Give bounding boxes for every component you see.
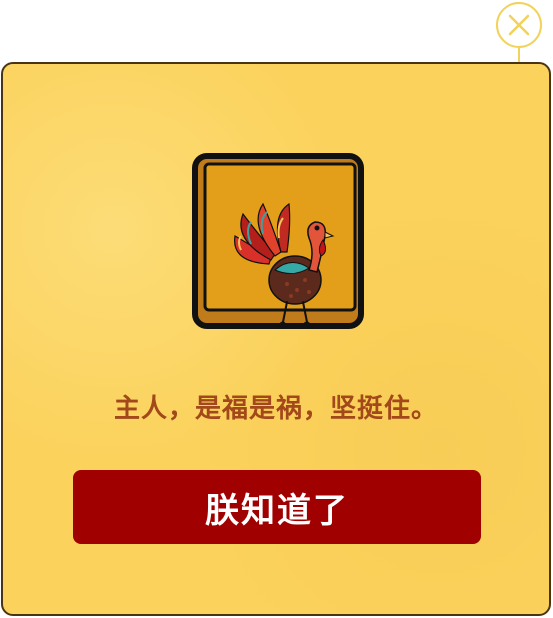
item-picture-frame	[191, 152, 367, 330]
close-icon	[508, 14, 530, 36]
confirm-button[interactable]: 朕知道了	[73, 470, 481, 544]
reward-dialog: 主人，是福是祸，坚挺住。 朕知道了	[1, 62, 551, 616]
turkey-icon	[192, 153, 364, 329]
close-button[interactable]	[496, 2, 542, 48]
popup-stage: 主人，是福是祸，坚挺住。 朕知道了	[0, 0, 553, 618]
dialog-message: 主人，是福是祸，坚挺住。	[113, 394, 438, 424]
